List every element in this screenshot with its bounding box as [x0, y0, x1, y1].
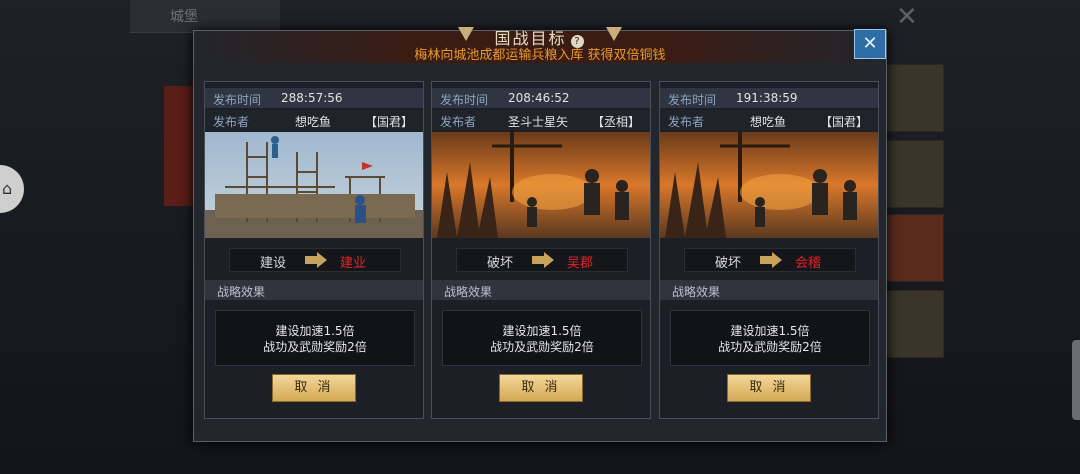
publish-time-row: 发布时间 191:38:59 [660, 88, 878, 108]
publish-time-label: 发布时间 [440, 93, 489, 107]
effect-line: 战功及武勋奖励2倍 [490, 340, 594, 354]
cancel-button[interactable]: 取 消 [499, 374, 583, 402]
target-city: 会稽 [795, 256, 822, 271]
effect-line: 建设加速1.5倍 [730, 324, 810, 338]
effects-box: 建设加速1.5倍 战功及武勋奖励2倍 [215, 310, 415, 366]
publisher-row: 发布者 想吃鱼 【国君】 [205, 110, 423, 130]
dialog-subtitle: 梅林向城池成都运输兵粮入库 获得双倍铜钱 [414, 48, 666, 63]
arrow-right-icon [305, 252, 327, 268]
action-type: 破坏 [715, 256, 742, 271]
publish-time-row: 发布时间 288:57:56 [205, 88, 423, 108]
background-thumbnail[interactable] [886, 290, 944, 358]
target-city: 建业 [340, 256, 367, 271]
battle-scene-image [660, 132, 878, 238]
target-card: 发布时间 191:38:59 发布者 想吃鱼 【国君】 破坏 会稽 战略效果 建… [659, 81, 879, 419]
battle-scene-image [432, 132, 650, 238]
castle-tab-label: 城堡 [170, 9, 198, 25]
effects-header-label: 战略效果 [444, 285, 493, 299]
castle-tab[interactable]: 城堡 [130, 0, 280, 33]
publisher-rank: 【丞相】 [591, 115, 640, 129]
arrow-right-icon [760, 252, 782, 268]
publish-time-label: 发布时间 [213, 93, 262, 107]
target-city: 吴郡 [567, 256, 594, 271]
effect-line: 建设加速1.5倍 [502, 324, 582, 338]
effects-header-label: 战略效果 [672, 285, 721, 299]
cancel-button[interactable]: 取 消 [727, 374, 811, 402]
publisher-rank: 【国君】 [819, 115, 868, 129]
home-icon: ⌂ [2, 179, 13, 198]
background-thumbnail[interactable] [886, 64, 944, 132]
publisher-name: 想吃鱼 [295, 115, 332, 129]
close-button[interactable]: ✕ [854, 29, 886, 59]
publisher-rank: 【国君】 [364, 115, 413, 129]
action-type: 建设 [260, 256, 287, 271]
arrow-right-icon [532, 252, 554, 268]
background-banner [164, 86, 194, 206]
effects-header: 战略效果 [205, 280, 423, 300]
publisher-label: 发布者 [668, 115, 705, 129]
national-war-target-dialog: 国战目标? 梅林向城池成都运输兵粮入库 获得双倍铜钱 ✕ 发布时间 288:57… [193, 27, 887, 442]
effects-box: 建设加速1.5倍 战功及武勋奖励2倍 [442, 310, 642, 366]
dialog-title-wrap: 国战目标? [459, 25, 619, 48]
action-row: 破坏 会稽 [684, 248, 856, 272]
effects-header: 战略效果 [660, 280, 878, 300]
action-type: 破坏 [487, 256, 514, 271]
publisher-name: 想吃鱼 [750, 115, 787, 129]
publish-time-value: 208:46:52 [508, 91, 570, 105]
effect-line: 建设加速1.5倍 [275, 324, 355, 338]
publish-time-value: 191:38:59 [736, 91, 798, 105]
publisher-label: 发布者 [440, 115, 477, 129]
effect-line: 战功及武勋奖励2倍 [718, 340, 822, 354]
action-row: 破坏 吴郡 [456, 248, 628, 272]
publisher-label: 发布者 [213, 115, 250, 129]
cancel-button[interactable]: 取 消 [272, 374, 356, 402]
background-thumbnail[interactable] [886, 214, 944, 282]
background-close-icon[interactable]: ✕ [896, 2, 918, 32]
publisher-row: 发布者 想吃鱼 【国君】 [660, 110, 878, 130]
effects-box: 建设加速1.5倍 战功及武勋奖励2倍 [670, 310, 870, 366]
construction-scene-image [205, 132, 423, 238]
action-row: 建设 建业 [229, 248, 401, 272]
publish-time-label: 发布时间 [668, 93, 717, 107]
effect-line: 战功及武勋奖励2倍 [263, 340, 367, 354]
effects-header: 战略效果 [432, 280, 650, 300]
right-dock-handle[interactable] [1072, 340, 1080, 420]
publish-time-value: 288:57:56 [281, 91, 343, 105]
publisher-name: 圣斗士星矢 [508, 115, 569, 129]
target-card: 发布时间 208:46:52 发布者 圣斗士星矢 【丞相】 破坏 吴郡 战略效果… [431, 81, 651, 419]
target-card: 发布时间 288:57:56 发布者 想吃鱼 【国君】 建设 建业 战略效果 建… [204, 81, 424, 419]
publisher-row: 发布者 圣斗士星矢 【丞相】 [432, 110, 650, 130]
effects-header-label: 战略效果 [217, 285, 266, 299]
publish-time-row: 发布时间 208:46:52 [432, 88, 650, 108]
background-thumbnail[interactable] [886, 140, 944, 208]
